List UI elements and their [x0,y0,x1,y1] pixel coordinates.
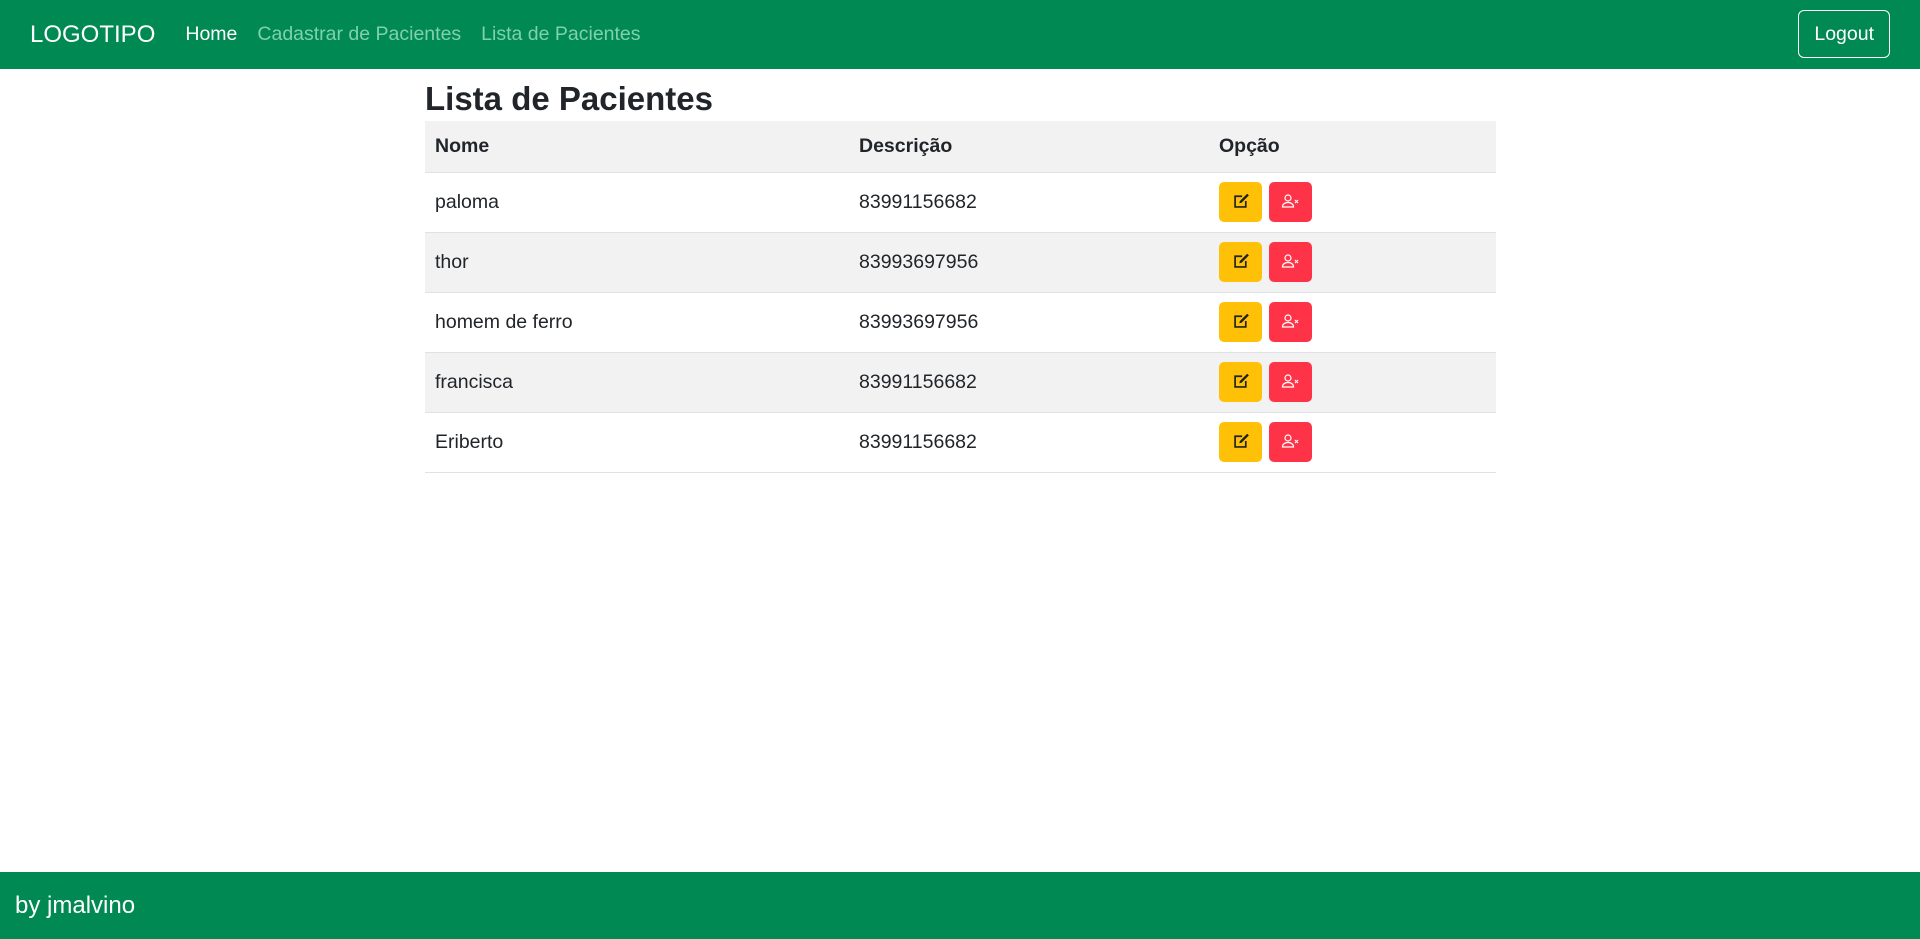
table-row: thor 83993697956 [425,232,1496,293]
brand-logo[interactable]: LOGOTIPO [30,21,155,49]
header-nome: Nome [425,121,849,173]
patient-description: 83993697956 [849,292,1209,353]
person-x-icon [1281,312,1301,333]
person-x-icon [1281,192,1301,213]
edit-button[interactable] [1219,242,1262,282]
options-cell [1209,412,1496,473]
main-content: Lista de Pacientes Nome Descrição Opção … [425,69,1496,473]
person-x-icon [1281,372,1301,393]
delete-button[interactable] [1269,182,1313,222]
edit-button[interactable] [1219,362,1262,402]
patient-name: Eriberto [425,412,849,473]
patient-name: homem de ferro [425,292,849,353]
table-row: Eriberto 83991156682 [425,412,1496,473]
header-descricao: Descrição [849,121,1209,173]
options-cell [1209,172,1496,233]
table-row: francisca 83991156682 [425,352,1496,413]
nav-lista-pacientes[interactable]: Lista de Pacientes [481,23,640,46]
pencil-square-icon [1232,192,1250,213]
pencil-square-icon [1232,312,1250,333]
edit-button[interactable] [1219,422,1262,462]
page-title: Lista de Pacientes [425,80,713,117]
patient-name: thor [425,232,849,293]
nav-cadastrar-pacientes[interactable]: Cadastrar de Pacientes [257,23,461,46]
delete-button[interactable] [1269,242,1313,282]
pencil-square-icon [1232,372,1250,393]
header-opcao: Opção [1209,121,1496,173]
navbar: LOGOTIPO Home Cadastrar de Pacientes Lis… [0,0,1920,69]
logout-button[interactable]: Logout [1798,10,1890,58]
options-cell [1209,232,1496,293]
person-x-icon [1281,432,1301,453]
footer: by jmalvino [0,872,1920,939]
options-cell [1209,352,1496,413]
patient-description: 83991156682 [849,412,1209,473]
patients-table: Nome Descrição Opção paloma 83991156682 … [425,121,1496,473]
patient-name: paloma [425,172,849,233]
edit-button[interactable] [1219,302,1262,342]
delete-button[interactable] [1269,362,1313,402]
patient-description: 83991156682 [849,352,1209,413]
patient-name: francisca [425,352,849,413]
patient-description: 83991156682 [849,172,1209,233]
pencil-square-icon [1232,432,1250,453]
edit-button[interactable] [1219,182,1262,222]
pencil-square-icon [1232,252,1250,273]
delete-button[interactable] [1269,302,1313,342]
table-row: homem de ferro 83993697956 [425,292,1496,353]
person-x-icon [1281,252,1301,273]
nav-home[interactable]: Home [185,23,237,46]
delete-button[interactable] [1269,422,1313,462]
options-cell [1209,292,1496,353]
patient-description: 83993697956 [849,232,1209,293]
table-row: paloma 83991156682 [425,172,1496,233]
